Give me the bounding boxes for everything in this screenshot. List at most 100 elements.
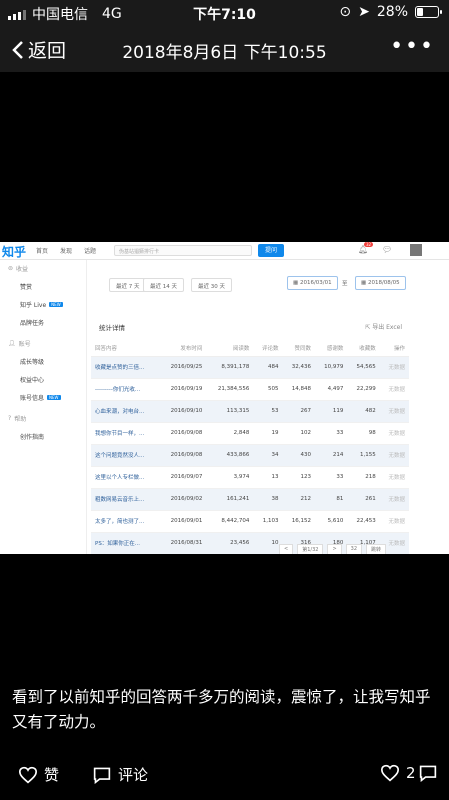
- column-header: 评论数: [253, 340, 283, 357]
- table-cell: 2016/08/31: [159, 532, 207, 554]
- comment-icon: [93, 767, 111, 784]
- sidebar-section-income: 收益: [16, 266, 29, 273]
- table-row: 这里以个人专栏做... 2016/09/07 3,974 13 123 33 218 无数据: [91, 466, 409, 489]
- table-cell: 14,848: [282, 378, 315, 401]
- zhihu-nav-home: 首页: [36, 248, 49, 255]
- back-button[interactable]: 返回: [12, 36, 66, 63]
- battery-percent: 28%: [376, 4, 408, 20]
- post-photo[interactable]: 知乎 首页 发现 话题 伪基站猖獗排行卡 提问 🔔︎ 32 💬︎ ⊜ 收益 赞赏 …: [0, 242, 449, 554]
- table-row: 我想你节目一样，... 2016/09/08 2,848 19 102 33 98 无数据: [91, 422, 409, 445]
- comment-button[interactable]: 评论: [92, 764, 148, 785]
- chevron-left-icon: [12, 40, 23, 59]
- table-cell: 81: [314, 488, 348, 511]
- column-header: 阅读数: [206, 340, 254, 357]
- table-cell: 484: [253, 356, 283, 379]
- table-row: 粗数网易云音乐上... 2016/09/02 161,241 38 212 81 261 无数…: [91, 488, 409, 511]
- table-cell: 214: [314, 444, 348, 467]
- table-cell: 2016/09/07: [159, 466, 207, 489]
- table-cell: 2016/09/01: [159, 510, 207, 533]
- table-cell: 太多了，简也测了...: [91, 510, 160, 533]
- table-cell: 161,241: [206, 488, 254, 511]
- table-cell: 无数据: [379, 510, 409, 533]
- page-title: 2018年8月6日 下午10:55: [122, 43, 327, 63]
- sidebar-item-guide: 创作指南: [20, 434, 45, 441]
- more-button[interactable]: •••: [390, 34, 435, 59]
- sidebar-item-level: 成长等级: [20, 359, 45, 366]
- table-cell: 212: [282, 488, 315, 511]
- table-cell: 5,610: [314, 510, 348, 533]
- new-tag: NEW: [49, 302, 63, 307]
- heart-icon: [18, 766, 38, 783]
- table-cell: 19: [253, 422, 283, 445]
- table-cell: 53: [253, 400, 283, 423]
- table-cell: 21,384,556: [206, 378, 254, 401]
- table-cell: 这里以个人专栏做...: [91, 466, 160, 489]
- like-button[interactable]: 赞: [18, 764, 59, 785]
- sidebar-item-rights: 权益中心: [20, 377, 45, 384]
- sidebar-section-account: 账号: [18, 341, 31, 348]
- table-cell: 113,315: [206, 400, 254, 423]
- table-cell: 2016/09/02: [159, 488, 207, 511]
- pager-item: 第1/32: [297, 544, 324, 554]
- user-icon: 👤︎: [8, 340, 16, 347]
- pager-item: <: [279, 544, 294, 554]
- message-icon: 💬︎: [382, 245, 393, 254]
- table-cell: 33: [314, 422, 348, 445]
- table-row: 心血来潮，对电台... 2016/09/10 113,315 53 267 119 482 无…: [91, 400, 409, 423]
- pager-item: 32: [345, 544, 363, 554]
- notification-badge: 32: [364, 242, 374, 247]
- table-cell: 1,103: [253, 510, 283, 533]
- zhihu-logo: 知乎: [2, 245, 27, 259]
- table-cell: 433,866: [206, 444, 254, 467]
- sidebar-section-help: 帮助: [14, 416, 27, 423]
- table-cell: 218: [347, 466, 380, 489]
- table-cell: ---------你们光收...: [91, 378, 160, 401]
- table-cell: 22,299: [347, 378, 380, 401]
- table-cell: PS：如果你正在...: [91, 532, 160, 554]
- column-header: 发布时间: [159, 340, 207, 357]
- pager-item: 跳转: [366, 544, 387, 554]
- table-cell: 粗数网易云音乐上...: [91, 488, 160, 511]
- stats-panel: 最近 7 天 最近 14 天 最近 30 天 ▦ 2016/03/01 至 ▦ …: [86, 260, 412, 554]
- table-cell: 98: [347, 422, 380, 445]
- table-cell: 2016/09/08: [159, 444, 207, 467]
- table-cell: 无数据: [379, 422, 409, 445]
- table-cell: 10,979: [314, 356, 348, 379]
- table-cell: 2016/09/10: [159, 400, 207, 423]
- like-count-value: 2: [406, 764, 416, 782]
- column-header: 收藏数: [347, 340, 380, 357]
- column-header: 操作: [379, 340, 409, 357]
- zhihu-ask-button: 提问: [258, 244, 284, 257]
- zhihu-sidebar: ⊜ 收益 赞赏 知乎 Live NEW 品牌任务 👤︎ 账号 成长等级 权益中心 账号…: [0, 260, 84, 554]
- sidebar-item-live: 知乎 Live: [20, 302, 47, 309]
- rotation-lock-icon: ⊙: [339, 4, 352, 20]
- column-header: 回答内容: [91, 340, 160, 357]
- table-cell: 无数据: [379, 444, 409, 467]
- table-cell: 3,974: [206, 466, 254, 489]
- comment-shortcut-button[interactable]: [418, 764, 438, 782]
- table-cell: 收藏是点赞的三倍...: [91, 356, 160, 379]
- stats-title: 统计详情: [99, 324, 125, 332]
- table-cell: 32,436: [282, 356, 315, 379]
- table-cell: 心血来潮，对电台...: [91, 400, 160, 423]
- column-header: 感谢数: [314, 340, 348, 357]
- help-icon: ?: [8, 415, 12, 422]
- table-row: 这个问题竟然没人... 2016/09/08 433,866 34 430 214 1,15…: [91, 444, 409, 467]
- zhihu-header: 知乎 首页 发现 话题 伪基站猖獗排行卡 提问 🔔︎ 32 💬︎: [0, 242, 449, 260]
- bottom-bar: 赞 评论 2: [0, 752, 449, 800]
- stats-table: 回答内容 发布时间 阅读数 评论数 赞同数 感谢数 收藏数 操作 收藏是点赞的三倍... 201…: [91, 340, 409, 554]
- date-to: ▦ 2018/08/05: [355, 276, 406, 290]
- back-label: 返回: [28, 40, 67, 62]
- table-cell: 无数据: [379, 488, 409, 511]
- column-header: 赞同数: [282, 340, 315, 357]
- export-excel: ⇱ 导出 Excel: [365, 324, 402, 331]
- table-cell: 22,453: [347, 510, 380, 533]
- like-label: 赞: [44, 766, 60, 784]
- table-cell: 16,152: [282, 510, 315, 533]
- table-cell: 无数据: [379, 400, 409, 423]
- table-cell: 34: [253, 444, 283, 467]
- table-cell: 13: [253, 466, 283, 489]
- like-count: 2: [380, 764, 416, 782]
- battery-icon: [415, 6, 442, 18]
- table-cell: 无数据: [379, 356, 409, 379]
